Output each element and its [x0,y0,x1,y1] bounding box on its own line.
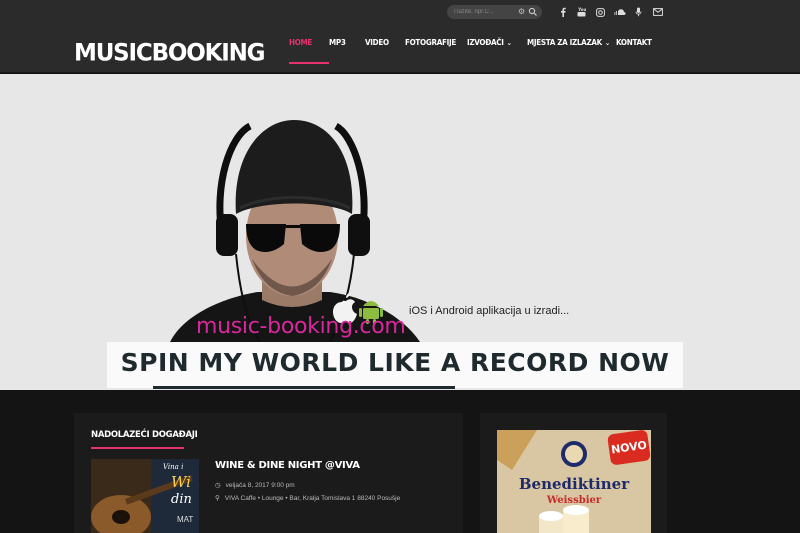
site-url-text: music-booking.com [196,314,406,339]
nav-izvodaci-label: IZVOĐAČI [467,38,504,47]
instagram-icon[interactable] [591,5,610,19]
social-links: You [553,5,667,19]
app-announcement: iOS i Android aplikacija u izradi... [409,305,570,317]
slogan-banner: SPIN MY WORLD LIKE A RECORD NOW [107,342,683,388]
sidebar-ad-panel: NOVO Benediktiner Weissbier [480,413,667,533]
thumb-text: Wi [171,473,191,491]
event-date-text: veljača 8, 2017 9:00 pm [225,482,295,489]
events-heading: NADOLAZEĆI DOGAĐAJI [91,430,198,440]
svg-text:You: You [577,7,586,12]
ad-brand: Benediktiner [518,475,630,493]
beer-advertisement[interactable]: NOVO Benediktiner Weissbier [497,430,651,533]
site-logo[interactable]: MUSICBOOKING [74,39,266,66]
site-header: ⚙ You MUSICBOOKING HOME MP3 VIDEO FOTOGR… [0,0,800,73]
upcoming-events-panel: NADOLAZEĆI DOGAĐAJI Vina i Wi din MAT WI… [74,413,463,533]
nav-kontakt[interactable]: KONTAKT [616,37,652,49]
chevron-down-icon: ⌄ [604,39,610,47]
thumb-text: din [171,492,192,507]
mail-icon[interactable] [648,5,667,19]
new-badge: NOVO [607,430,651,466]
thumb-text: Vina i [163,463,184,471]
clock-icon: ◷ [215,482,221,489]
event-location-text: VIVA Caffe • Lounge • Bar, Kralja Tomisl… [224,495,401,502]
soundcloud-icon[interactable] [610,5,629,19]
chevron-down-icon: ⌄ [506,39,512,47]
map-marker-icon: ⚲ [215,495,220,502]
youtube-icon[interactable]: You [572,5,591,19]
event-thumbnail[interactable]: Vina i Wi din MAT [91,459,199,533]
nav-izvodaci[interactable]: IZVOĐAČI ⌄ [467,37,512,49]
nav-fotografije[interactable]: FOTOGRAFIJE [405,37,456,49]
event-date: ◷ veljača 8, 2017 9:00 pm [215,481,295,489]
nav-mjesta-label: MJESTA ZA IZLAZAK [527,38,602,47]
nav-mp3[interactable]: MP3 [329,37,346,49]
heading-underline [91,447,184,449]
hero-slider[interactable]: iOS i Android aplikacija u izradi... mus… [0,74,800,390]
nav-home[interactable]: HOME [289,37,312,49]
nav-video[interactable]: VIDEO [365,37,389,49]
ad-subtitle: Weissbier [546,495,602,506]
search-icon[interactable] [527,6,539,18]
search-input[interactable] [453,6,513,18]
thumb-text: MAT [177,515,194,524]
microphone-icon[interactable] [629,5,648,19]
event-title[interactable]: WINE & DINE NIGHT @VIVA [215,460,360,471]
nav-mjesta-za-izlazak[interactable]: MJESTA ZA IZLAZAK ⌄ [527,37,610,49]
event-location: ⚲ VIVA Caffe • Lounge • Bar, Kralja Tomis… [215,494,400,502]
search-box[interactable]: ⚙ [447,5,542,19]
slogan-text: SPIN MY WORLD LIKE A RECORD NOW [120,348,670,377]
settings-gear-icon[interactable]: ⚙ [518,6,525,18]
active-nav-indicator [289,62,329,64]
slider-progress-line [153,386,455,389]
facebook-icon[interactable] [553,5,572,19]
